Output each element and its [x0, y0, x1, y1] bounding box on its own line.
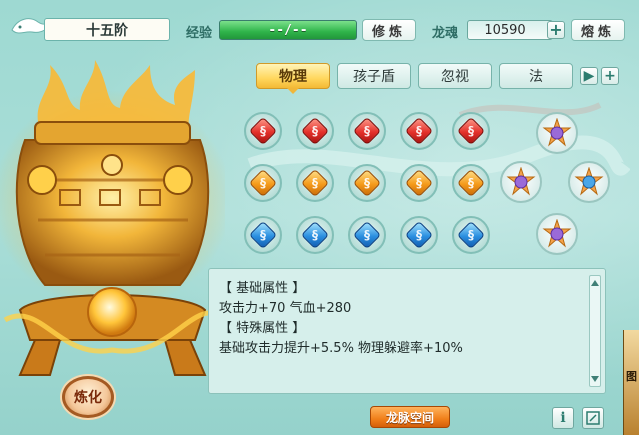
dragon-glyph-icon: § — [468, 124, 474, 138]
pencil-icon — [586, 411, 600, 425]
purple-star-gem-icon — [506, 167, 536, 196]
exp-label: 经验 — [186, 26, 213, 41]
orange-gem-slot[interactable]: § — [400, 164, 438, 202]
cauldron-illustration — [0, 60, 225, 376]
star-gem-bottom[interactable] — [536, 213, 578, 255]
plus-icon: + — [549, 20, 563, 39]
dragon-glyph-icon: § — [364, 176, 370, 190]
cultivate-button[interactable]: 修炼 — [362, 19, 416, 41]
dragon-glyph-icon: § — [468, 176, 474, 190]
blue-gem-slot[interactable]: § — [452, 216, 490, 254]
add-soul-button[interactable]: + — [547, 21, 565, 39]
soul-value: 10590 — [467, 20, 553, 40]
tab-ignore[interactable]: 忽视 — [418, 63, 492, 89]
tab-add-button[interactable]: + — [601, 67, 619, 85]
purple-star-gem-icon — [542, 219, 572, 248]
dragon-glyph-icon: § — [364, 124, 370, 138]
blue-gem-slot[interactable]: § — [400, 216, 438, 254]
stage-badge: 十五阶 — [8, 10, 170, 44]
red-gem-slot[interactable]: § — [348, 112, 386, 150]
dragon-glyph-icon: § — [468, 228, 474, 242]
active-tab-pointer — [287, 88, 299, 94]
attributes-scrollbar[interactable] — [589, 275, 601, 387]
dragon-glyph-icon: § — [260, 228, 266, 242]
stage-title: 十五阶 — [44, 18, 170, 41]
scroll-down-icon[interactable] — [591, 376, 599, 382]
basic-attr-heading: 【 基础属性 】 — [219, 281, 306, 296]
special-attr-heading: 【 特殊属性 】 — [219, 321, 306, 336]
dragon-glyph-icon: § — [312, 176, 318, 190]
red-gem-slot[interactable]: § — [452, 112, 490, 150]
dragon-glyph-icon: § — [260, 176, 266, 190]
basic-attr-values: 攻击力+70 气血+280 — [219, 301, 352, 316]
blue-gem-slot[interactable]: § — [244, 216, 282, 254]
tab-physical[interactable]: 物理 — [256, 63, 330, 89]
exp-progress-bar: --/-- — [219, 20, 357, 40]
dragon-glyph-icon: § — [416, 124, 422, 138]
orange-gem-slot[interactable]: § — [296, 164, 334, 202]
edit-icon[interactable] — [582, 407, 604, 429]
info-icon[interactable]: i — [552, 407, 574, 429]
blue-star-gem-icon — [574, 167, 604, 196]
blue-gem-slot[interactable]: § — [348, 216, 386, 254]
dragon-glyph-icon: § — [312, 228, 318, 242]
dragon-glyph-icon: § — [364, 228, 370, 242]
refine-button[interactable]: 炼化 — [62, 376, 114, 418]
attributes-panel: 【 基础属性 】 攻击力+70 气血+280 【 特殊属性 】 基础攻击力提升+… — [208, 268, 606, 394]
tab-magic[interactable]: 法 — [499, 63, 573, 89]
soul-label: 龙魂 — [432, 26, 459, 41]
star-gem-left[interactable] — [500, 161, 542, 203]
tab-next-arrow-icon[interactable]: ▶ — [580, 67, 598, 85]
dragon-glyph-icon: § — [260, 124, 266, 138]
orange-gem-slot[interactable]: § — [348, 164, 386, 202]
dragon-glyph-icon: § — [312, 124, 318, 138]
dragon-glyph-icon: § — [416, 228, 422, 242]
scroll-up-icon[interactable] — [591, 280, 599, 286]
smelt-button[interactable]: 熔炼 — [571, 19, 625, 41]
dragon-space-button[interactable]: 龙脉空间 — [370, 406, 450, 428]
red-gem-slot[interactable]: § — [400, 112, 438, 150]
purple-star-gem-icon — [542, 118, 572, 147]
orange-gem-slot[interactable]: § — [452, 164, 490, 202]
dragon-glyph-icon: § — [416, 176, 422, 190]
orange-gem-slot[interactable]: § — [244, 164, 282, 202]
red-gem-slot[interactable]: § — [296, 112, 334, 150]
blue-gem-slot[interactable]: § — [296, 216, 334, 254]
red-gem-slot[interactable]: § — [244, 112, 282, 150]
special-attr-values: 基础攻击力提升+5.5% 物理躲避率+10% — [219, 341, 463, 356]
star-gem-right[interactable] — [568, 161, 610, 203]
tab-child-shield[interactable]: 孩子盾 — [337, 63, 411, 89]
star-gem-top[interactable] — [536, 112, 578, 154]
side-panel-label: 图 — [626, 370, 637, 383]
